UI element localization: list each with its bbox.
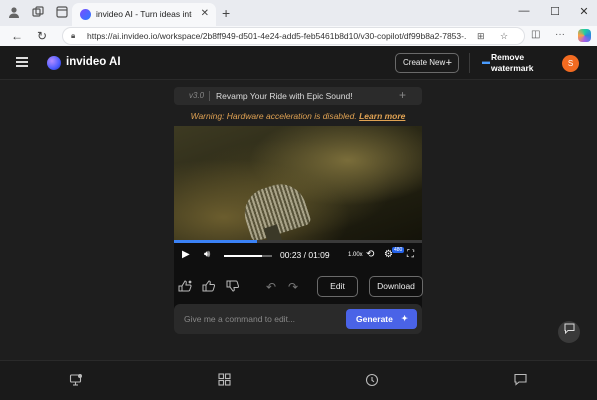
- workspaces-icon[interactable]: [30, 5, 46, 21]
- refresh-icon[interactable]: ↻: [35, 29, 49, 43]
- video-actions: ↶ ↷ Edit Download: [174, 276, 423, 298]
- generate-label: Generate: [356, 314, 393, 324]
- volume-fill: [224, 255, 263, 257]
- edit-button[interactable]: Edit: [317, 276, 358, 297]
- warning-text: Warning: Hardware acceleration is disabl…: [190, 111, 357, 121]
- address-bar-row: ← ↻ 🔒︎ https://ai.invideo.io/workspace/2…: [0, 26, 597, 46]
- watermark-icon: ▬: [482, 57, 490, 66]
- avatar[interactable]: S: [562, 55, 579, 72]
- video-title: Revamp Your Ride with Epic Sound!: [216, 91, 353, 101]
- profile-icon[interactable]: [6, 5, 22, 21]
- browser-tab-active[interactable]: invideo AI - Turn ideas into video ✕: [72, 3, 216, 26]
- chat-bubble-icon[interactable]: [558, 321, 580, 343]
- invideo-app: invideo AI Create New + ▬ Remove waterma…: [0, 46, 597, 400]
- hardware-warning: Warning: Hardware acceleration is disabl…: [174, 111, 422, 121]
- history-icon[interactable]: [365, 373, 379, 387]
- tab-title: invideo AI - Turn ideas into video: [96, 9, 192, 19]
- maximize-icon[interactable]: ☐: [547, 5, 563, 18]
- generate-button[interactable]: Generate ✦: [346, 309, 417, 329]
- playback-speed[interactable]: 1.00x: [348, 252, 363, 258]
- header-divider: [469, 53, 470, 73]
- more-options-icon[interactable]: ···: [555, 29, 565, 40]
- download-button[interactable]: Download: [369, 276, 423, 297]
- tab-actions-icon[interactable]: [54, 5, 70, 21]
- split-screen-icon[interactable]: ◫: [531, 29, 540, 40]
- learn-more-link[interactable]: Learn more: [359, 111, 405, 121]
- thumbs-up-icon[interactable]: [202, 280, 216, 295]
- command-input[interactable]: Give me a command to edit...: [184, 314, 295, 324]
- sparkle-icon: ✦: [401, 314, 408, 323]
- tab-close-icon[interactable]: ✕: [201, 8, 209, 19]
- app-available-icon[interactable]: ⊞: [477, 31, 485, 42]
- app-name: invideo AI: [66, 56, 121, 68]
- favorite-star-icon[interactable]: ☆: [500, 31, 508, 42]
- browser-tab-bar: invideo AI - Turn ideas into video ✕ + —…: [0, 0, 597, 26]
- version-bar[interactable]: v3.0 Revamp Your Ride with Epic Sound! +: [174, 87, 422, 105]
- command-bar: Give me a command to edit... Generate ✦: [174, 304, 422, 334]
- fullscreen-icon[interactable]: ⛶: [407, 249, 414, 260]
- copilot-icon[interactable]: [578, 29, 591, 42]
- comment-icon[interactable]: [513, 373, 527, 387]
- back-icon[interactable]: ←: [10, 29, 24, 43]
- loop-icon[interactable]: ⟲: [366, 249, 374, 260]
- progress-fill: [174, 240, 257, 243]
- love-icon[interactable]: [178, 280, 192, 295]
- add-version-icon[interactable]: +: [399, 88, 406, 102]
- create-new-label: Create New: [403, 58, 446, 67]
- play-icon[interactable]: ▶: [182, 249, 190, 260]
- redo-icon[interactable]: ↷: [288, 280, 298, 294]
- minimize-icon[interactable]: —: [516, 5, 532, 17]
- version-separator: [209, 91, 210, 101]
- volume-icon[interactable]: 🔊︎: [204, 249, 210, 260]
- menu-icon[interactable]: [16, 57, 28, 67]
- url-text: https://ai.invideo.io/workspace/2b8ff949…: [87, 31, 467, 41]
- invideo-favicon-icon: [80, 9, 91, 20]
- thumbs-down-icon[interactable]: [226, 280, 240, 295]
- remove-watermark-line1: Remove: [491, 52, 525, 62]
- time-display: 00:23 / 01:09: [280, 250, 330, 260]
- create-new-button[interactable]: Create New +: [395, 53, 459, 73]
- app-header: invideo AI Create New + ▬ Remove waterma…: [0, 46, 597, 80]
- workspace-icon[interactable]: [69, 373, 83, 387]
- window-close-icon[interactable]: ✕: [576, 5, 592, 18]
- url-field[interactable]: 🔒︎ https://ai.invideo.io/workspace/2b8ff…: [62, 27, 525, 45]
- bottom-nav: [0, 360, 597, 400]
- new-tab-icon[interactable]: +: [222, 5, 230, 21]
- site-info-icon[interactable]: 🔒︎: [71, 31, 75, 41]
- player-controls: ▶ 🔊︎ 00:23 / 01:09 1.00x ⟲ ⚙ 480 ⛶: [174, 247, 422, 263]
- undo-icon[interactable]: ↶: [266, 280, 276, 294]
- grid-icon[interactable]: [217, 373, 231, 387]
- quality-badge: 480: [392, 247, 405, 253]
- invideo-logo-icon: [47, 56, 61, 70]
- version-tag: v3.0: [189, 91, 205, 100]
- remove-watermark-line2: watermark: [491, 63, 534, 73]
- plus-icon: +: [445, 57, 452, 69]
- remove-watermark-button[interactable]: Remove watermark: [491, 52, 551, 74]
